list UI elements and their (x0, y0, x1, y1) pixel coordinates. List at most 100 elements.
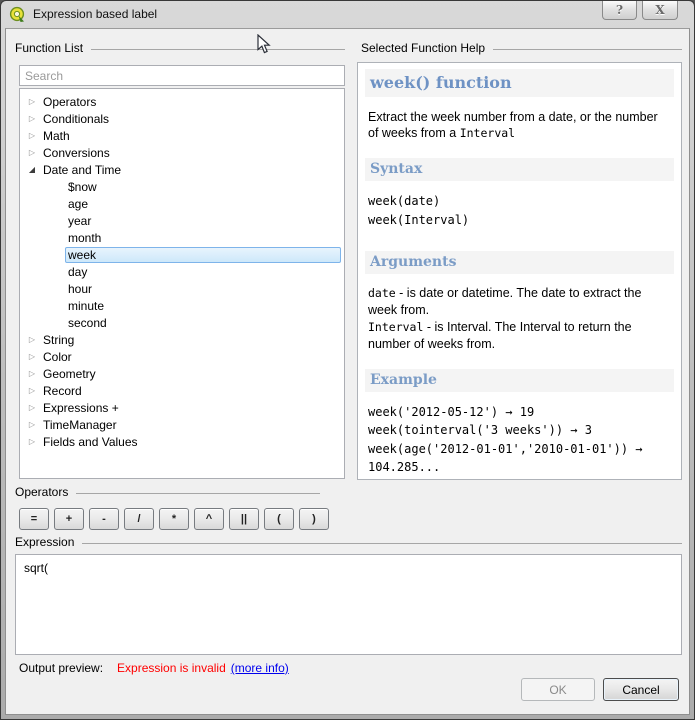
group-divider-line (493, 49, 682, 50)
tree-item-label: month (65, 230, 341, 246)
tree-item-fields-and-values[interactable]: ▷Fields and Values (20, 433, 344, 450)
expand-arrow-icon[interactable]: ▷ (24, 352, 40, 361)
tree-item-timemanager[interactable]: ▷TimeManager (20, 416, 344, 433)
function-list-group-header: Function List (15, 41, 345, 55)
help-function-title: week() function (365, 69, 674, 97)
tree-item-label: TimeManager (40, 417, 120, 433)
tree-item-label: year (65, 213, 341, 229)
tree-item-label: Operators (40, 94, 99, 110)
group-divider-line (82, 543, 682, 544)
tree-item-color[interactable]: ▷Color (20, 348, 344, 365)
tree-item-label: Date and Time (40, 162, 124, 178)
more-info-link[interactable]: (more info) (231, 661, 289, 675)
operator-button-minus[interactable]: - (89, 508, 119, 530)
qgis-app-icon (9, 6, 26, 28)
tree-item-label: Record (40, 383, 85, 399)
expand-arrow-icon[interactable]: ▷ (24, 148, 40, 157)
expand-arrow-icon[interactable]: ▷ (24, 131, 40, 140)
expression-based-label-dialog: Expression based label ? X Function List… (0, 0, 695, 720)
help-paragraph: Extract the week number from a date, or … (368, 109, 671, 143)
function-help-content[interactable]: week() function Extract the week number f… (357, 62, 682, 480)
tree-item-date-and-time[interactable]: ◢Date and Time (20, 161, 344, 178)
window-title: Expression based label (33, 7, 157, 21)
expand-arrow-icon[interactable]: ▷ (24, 420, 40, 429)
tree-item-label: Math (40, 128, 73, 144)
help-paragraph: date - is date or datetime. The date to … (368, 285, 671, 353)
tree-item-label: minute (65, 298, 341, 314)
help-code-block: week(date) week(Interval) (368, 192, 671, 229)
function-tree[interactable]: ▷Operators▷Conditionals▷Math▷Conversions… (19, 88, 345, 479)
expression-group-label: Expression (15, 535, 74, 549)
tree-item-label: Conversions (40, 145, 113, 161)
titlebar-close-button[interactable]: X (642, 1, 678, 20)
tree-item-math[interactable]: ▷Math (20, 127, 344, 144)
tree-item-label: String (40, 332, 77, 348)
expression-invalid-text: Expression is invalid (117, 661, 226, 675)
operator-button-power[interactable]: ^ (194, 508, 224, 530)
tree-item-label: Expressions + (40, 400, 122, 416)
search-input[interactable] (19, 65, 345, 86)
expand-arrow-icon[interactable]: ▷ (24, 335, 40, 344)
operators-group-label: Operators (15, 485, 68, 499)
tree-item-conditionals[interactable]: ▷Conditionals (20, 110, 344, 127)
tree-item-label: Fields and Values (40, 434, 141, 450)
output-preview-label: Output preview: (19, 661, 103, 675)
operator-button-multiply[interactable]: * (159, 508, 189, 530)
help-section-heading: Example (365, 369, 674, 392)
tree-item-conversions[interactable]: ▷Conversions (20, 144, 344, 161)
operator-button-divide[interactable]: / (124, 508, 154, 530)
cancel-button[interactable]: Cancel (603, 678, 679, 701)
expand-arrow-icon[interactable]: ▷ (24, 114, 40, 123)
tree-item-operators[interactable]: ▷Operators (20, 93, 344, 110)
tree-item-day[interactable]: day (20, 263, 344, 280)
tree-item-label: week (65, 247, 341, 263)
function-help-group-label: Selected Function Help (361, 41, 485, 55)
tree-item-label: day (65, 264, 341, 280)
operator-button-close-paren[interactable]: ) (299, 508, 329, 530)
group-divider-line (91, 49, 345, 50)
help-section-heading: Arguments (365, 251, 674, 274)
tree-item-label: second (65, 315, 341, 331)
tree-item-label: $now (65, 179, 341, 195)
expression-input[interactable]: sqrt( (15, 554, 682, 655)
function-list-group-label: Function List (15, 41, 83, 55)
operators-group-header: Operators (15, 485, 320, 499)
function-help-group-header: Selected Function Help (357, 41, 682, 55)
tree-item-expressions[interactable]: ▷Expressions + (20, 399, 344, 416)
tree-item-year[interactable]: year (20, 212, 344, 229)
tree-item-second[interactable]: second (20, 314, 344, 331)
tree-item-$now[interactable]: $now (20, 178, 344, 195)
tree-item-label: age (65, 196, 341, 212)
operator-buttons-row: =+-/*^||() (19, 508, 329, 530)
tree-item-string[interactable]: ▷String (20, 331, 344, 348)
tree-item-geometry[interactable]: ▷Geometry (20, 365, 344, 382)
ok-button[interactable]: OK (521, 678, 595, 701)
tree-item-label: Geometry (40, 366, 99, 382)
expand-arrow-icon[interactable]: ▷ (24, 403, 40, 412)
tree-item-hour[interactable]: hour (20, 280, 344, 297)
expand-arrow-icon[interactable]: ▷ (24, 386, 40, 395)
operator-button-open-paren[interactable]: ( (264, 508, 294, 530)
collapse-arrow-icon[interactable]: ◢ (24, 165, 40, 174)
tree-item-label: Color (40, 349, 75, 365)
expression-group-header: Expression (15, 535, 682, 549)
operator-button-equals[interactable]: = (19, 508, 49, 530)
titlebar: Expression based label ? X (5, 1, 690, 28)
tree-item-record[interactable]: ▷Record (20, 382, 344, 399)
titlebar-help-button[interactable]: ? (602, 1, 637, 20)
expand-arrow-icon[interactable]: ▷ (24, 437, 40, 446)
tree-item-minute[interactable]: minute (20, 297, 344, 314)
expand-arrow-icon[interactable]: ▷ (24, 97, 40, 106)
expand-arrow-icon[interactable]: ▷ (24, 369, 40, 378)
operator-button-concat[interactable]: || (229, 508, 259, 530)
output-preview-row: Output preview: Expression is invalid (m… (19, 661, 289, 675)
tree-item-label: hour (65, 281, 341, 297)
tree-item-label: Conditionals (40, 111, 112, 127)
help-section-heading: Syntax (365, 158, 674, 181)
tree-item-age[interactable]: age (20, 195, 344, 212)
tree-item-month[interactable]: month (20, 229, 344, 246)
operator-button-plus[interactable]: + (54, 508, 84, 530)
group-divider-line (76, 493, 320, 494)
tree-item-week[interactable]: week (20, 246, 344, 263)
dialog-body: Function List ▷Operators▷Conditionals▷Ma… (5, 28, 690, 715)
